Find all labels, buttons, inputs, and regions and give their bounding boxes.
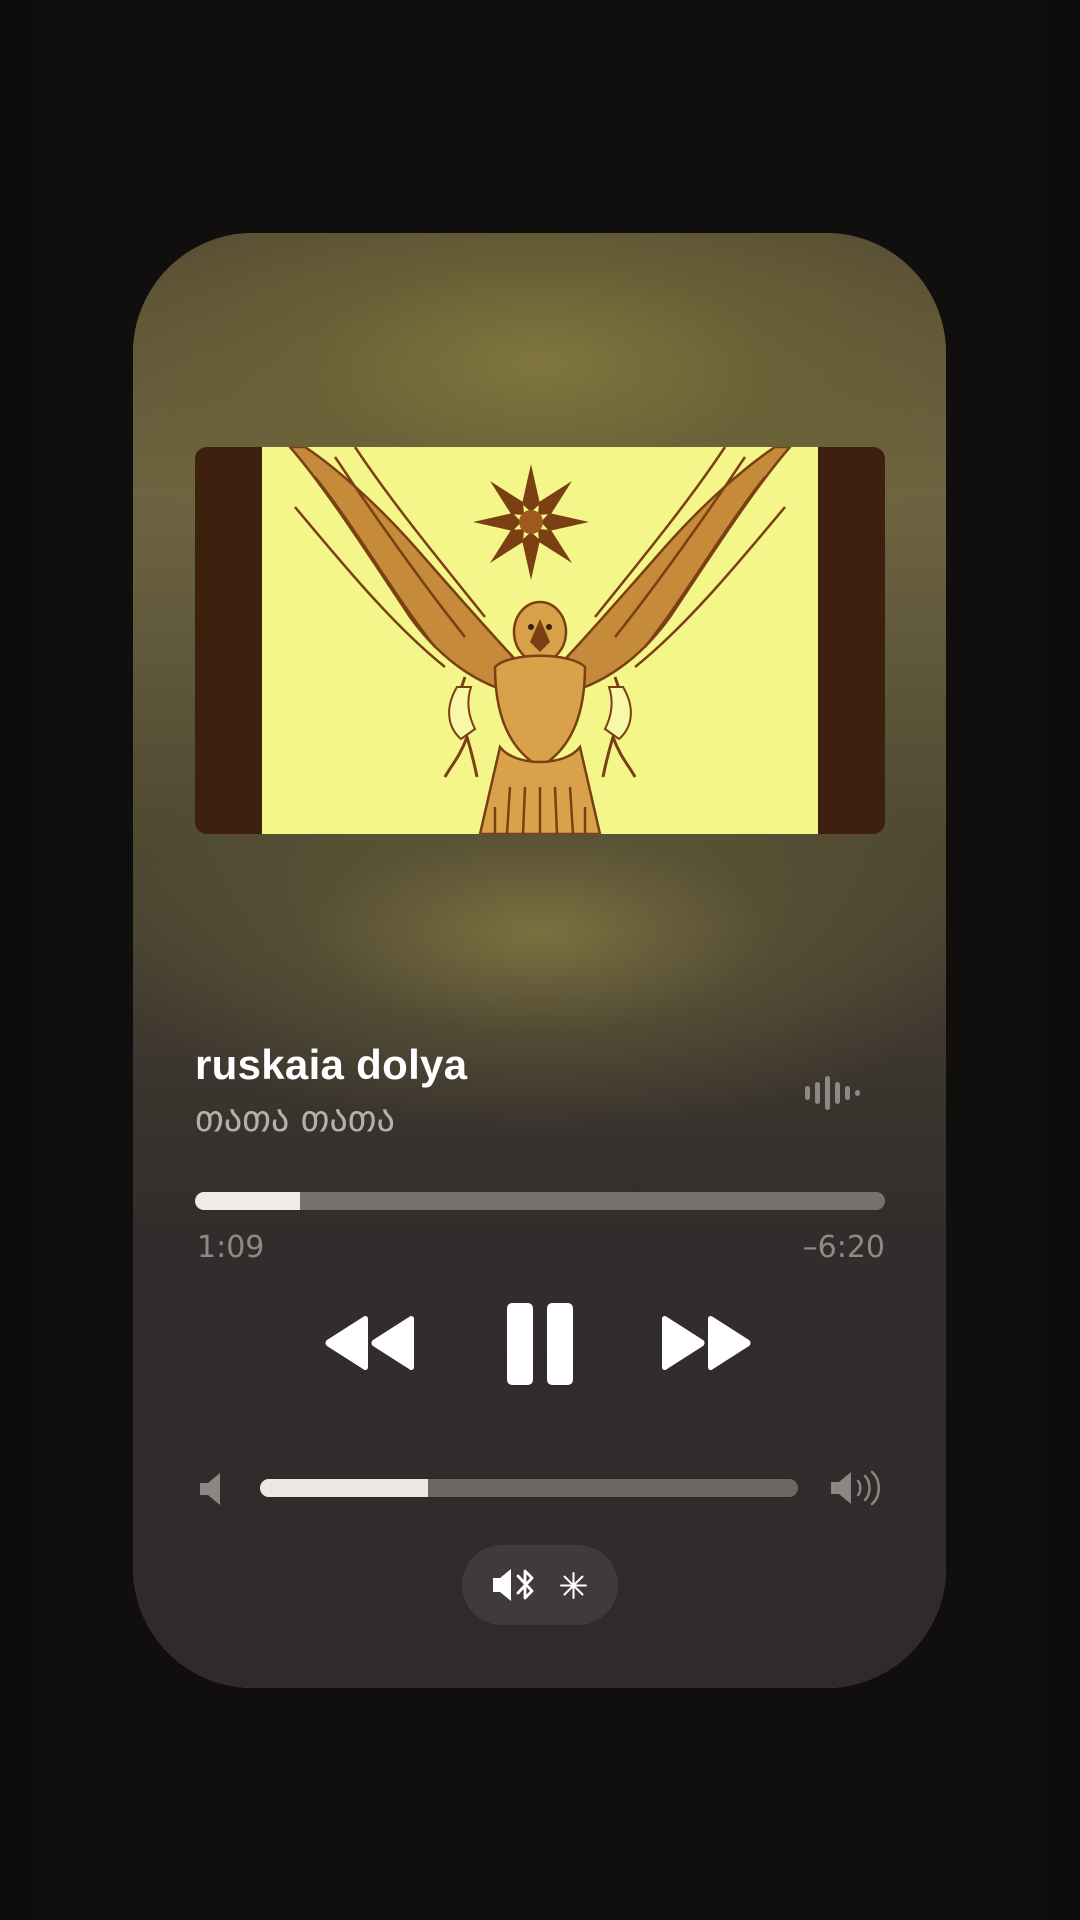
eagle-artwork-image [195,447,885,834]
speaker-high-icon-svg [831,1470,880,1506]
pause-button[interactable] [507,1303,573,1385]
time-remaining: –6:20 [802,1230,885,1265]
rewind-button[interactable] [324,1315,416,1371]
bluetooth-speaker-icon [493,1569,534,1601]
speaker-low-icon-svg [200,1473,220,1505]
playback-progress-fill [195,1192,300,1210]
song-title: ruskaia dolya [195,1041,468,1088]
sparkle-icon [560,1572,587,1599]
album-artwork[interactable] [195,447,885,834]
volume-slider[interactable] [260,1479,798,1497]
fast-forward-button[interactable] [660,1315,752,1371]
speaker-high-icon [830,1470,884,1506]
fast-forward-icon [662,1315,751,1371]
audio-route-button[interactable] [462,1545,618,1625]
waveform-icon-svg [805,1076,860,1110]
now-playing-card: ruskaia dolya თათა თათა 1:09 –6:20 [133,233,946,1688]
speaker-low-icon [198,1472,224,1506]
time-elapsed: 1:09 [197,1230,265,1265]
rewind-icon [325,1315,414,1371]
artist-name[interactable]: თათა თათა [195,1099,395,1140]
waveform-icon[interactable] [803,1076,861,1110]
volume-fill [260,1479,429,1497]
playback-progress-slider[interactable] [195,1192,885,1210]
pause-icon [507,1303,573,1385]
